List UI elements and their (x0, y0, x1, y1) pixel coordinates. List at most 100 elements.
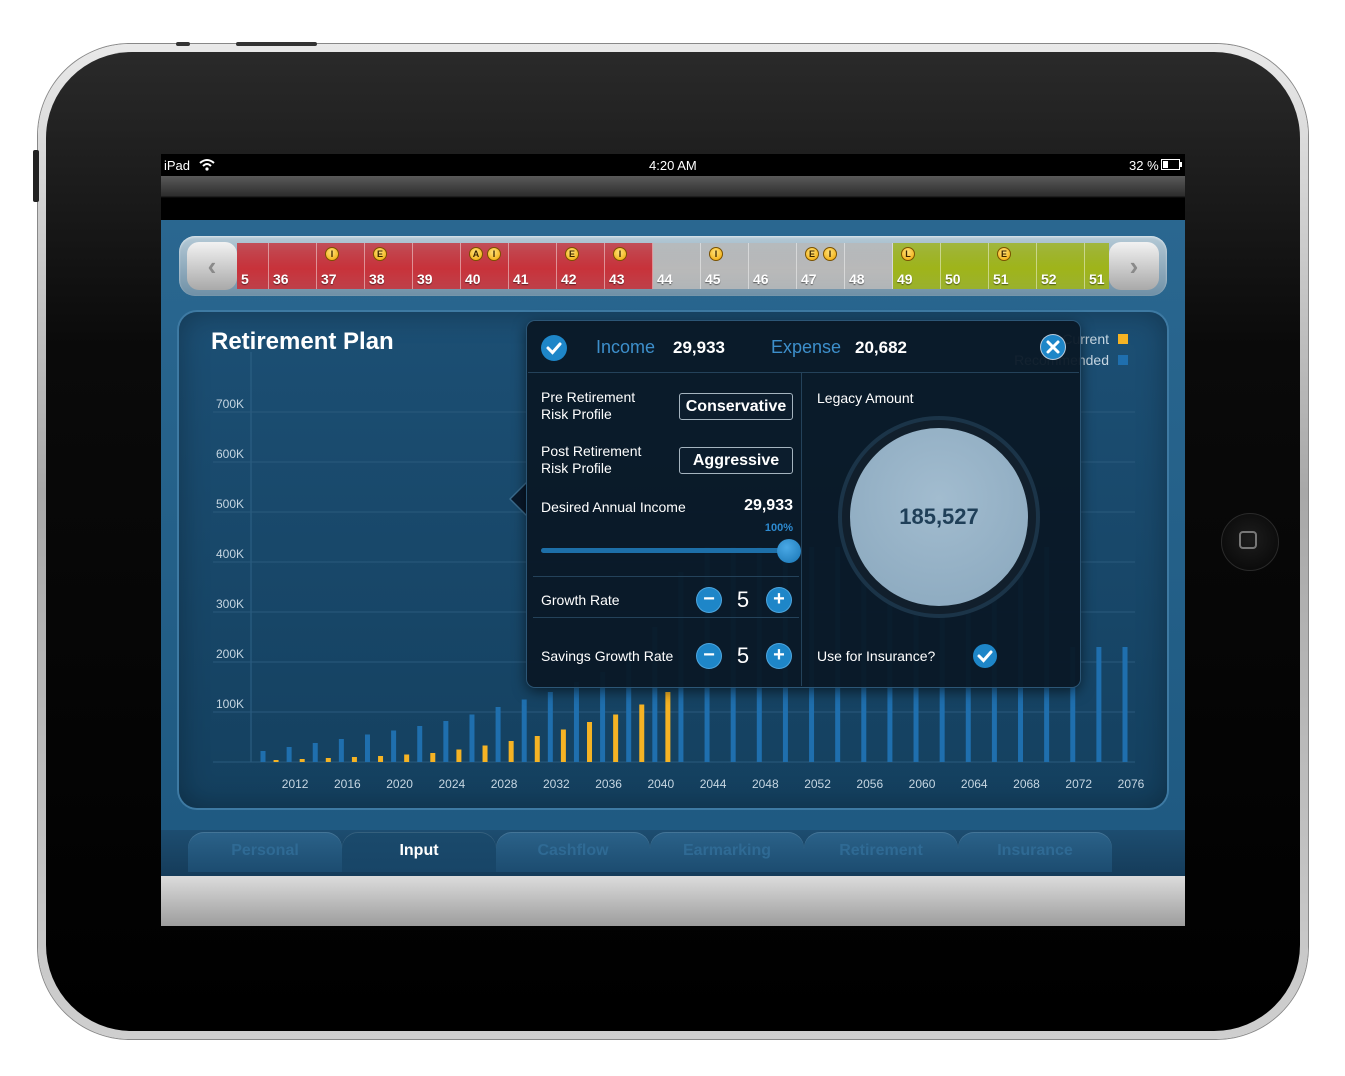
y-tick-label: 700K (216, 397, 244, 411)
bar-current (456, 749, 462, 762)
bar-current (560, 729, 566, 762)
growth-rate-increment-button[interactable]: + (767, 588, 791, 612)
tab-personal[interactable]: Personal (188, 832, 342, 872)
y-tick-label: 200K (216, 647, 244, 661)
home-square-icon (1239, 531, 1257, 549)
legacy-amount-circle: 185,527 (850, 428, 1028, 606)
savings-growth-decrement-button[interactable]: − (697, 644, 721, 668)
legend-recommended-swatch (1118, 355, 1128, 365)
volume-button (236, 42, 286, 46)
bar-current (325, 758, 331, 762)
divider (533, 576, 799, 577)
bar-current (430, 753, 436, 762)
confirm-button[interactable] (541, 335, 567, 361)
pre-retirement-label: Pre Retirement Risk Profile (541, 389, 635, 423)
post-retirement-label-line2: Risk Profile (541, 460, 612, 476)
bar-recommended (260, 751, 266, 762)
x-tick-label: 2036 (595, 777, 622, 791)
y-tick-label: 600K (216, 447, 244, 461)
close-button[interactable] (1041, 335, 1065, 359)
bar-current (482, 745, 488, 762)
bar-recommended (469, 714, 475, 762)
desired-income-percent: 100% (764, 522, 793, 534)
savings-growth-label: Savings Growth Rate (541, 648, 674, 664)
close-icon (1046, 340, 1060, 354)
x-tick-label: 2040 (647, 777, 674, 791)
bar-recommended (312, 743, 318, 762)
x-tick-label: 2056 (856, 777, 883, 791)
pre-retirement-risk-button[interactable]: Conservative (679, 393, 793, 420)
bar-recommended (1122, 647, 1128, 762)
checkmark-icon (546, 342, 562, 355)
bar-current (273, 760, 279, 762)
x-tick-label: 2044 (700, 777, 727, 791)
expense-value: 20,682 (855, 338, 907, 357)
bar-recommended (443, 721, 449, 762)
tab-input[interactable]: Input (342, 832, 496, 872)
divider (533, 617, 799, 618)
insurance-label: Use for Insurance? (817, 648, 936, 664)
legacy-amount-value: 185,527 (899, 504, 979, 529)
bar-current (613, 714, 619, 762)
bar-current (508, 741, 514, 762)
y-tick-label: 300K (216, 597, 244, 611)
bar-current (299, 759, 305, 762)
x-tick-label: 2024 (438, 777, 465, 791)
bar-current (351, 757, 357, 762)
x-tick-label: 2020 (386, 777, 413, 791)
bar-recommended (391, 730, 397, 762)
savings-growth-increment-button[interactable]: + (767, 644, 791, 668)
savings-growth-value: 5 (736, 643, 750, 668)
desired-income-value: 29,933 (744, 497, 793, 514)
x-tick-label: 2048 (752, 777, 779, 791)
post-retirement-label-line1: Post Retirement (541, 443, 642, 459)
x-tick-label: 2060 (909, 777, 936, 791)
insurance-checkbox[interactable] (973, 644, 997, 668)
tab-retirement[interactable]: Retirement (804, 832, 958, 872)
bottom-bar (161, 876, 1185, 926)
x-tick-label: 2016 (334, 777, 361, 791)
x-tick-label: 2068 (1013, 777, 1040, 791)
y-tick-label: 500K (216, 497, 244, 511)
bar-recommended (495, 707, 501, 762)
bar-recommended (286, 747, 292, 762)
post-retirement-risk-button[interactable]: Aggressive (679, 447, 793, 474)
pre-retirement-label-line2: Risk Profile (541, 406, 612, 422)
volume-button (176, 42, 190, 46)
popover-header-divider (528, 372, 1079, 373)
post-retirement-label: Post Retirement Risk Profile (541, 443, 641, 477)
x-tick-label: 2028 (491, 777, 518, 791)
x-tick-label: 2076 (1118, 777, 1145, 791)
bar-current (665, 692, 671, 762)
income-label: Income (596, 337, 656, 357)
pre-retirement-label-line1: Pre Retirement (541, 389, 636, 405)
power-button (283, 42, 317, 46)
growth-rate-value: 5 (736, 587, 750, 612)
bar-current (404, 754, 410, 762)
y-tick-label: 400K (216, 547, 244, 561)
tab-cashflow[interactable]: Cashflow (496, 832, 650, 872)
bar-current (587, 722, 593, 762)
bar-current (534, 736, 540, 762)
checkmark-icon (977, 650, 993, 663)
bar-recommended (417, 726, 423, 762)
bar-recommended (547, 692, 553, 762)
tab-earmarking[interactable]: Earmarking (650, 832, 804, 872)
desired-income-slider-thumb[interactable] (777, 539, 801, 563)
x-tick-label: 2032 (543, 777, 570, 791)
bar-current (639, 704, 645, 762)
bar-recommended (573, 682, 579, 762)
expense-label: Expense (771, 337, 842, 357)
legend-current-swatch (1118, 334, 1128, 344)
tab-insurance[interactable]: Insurance (958, 832, 1112, 872)
growth-rate-decrement-button[interactable]: − (697, 588, 721, 612)
side-switch (33, 150, 39, 202)
popover-arrow-inner (511, 483, 527, 515)
income-value: 29,933 (673, 338, 725, 357)
bar-recommended (521, 699, 527, 762)
y-tick-label: 100K (216, 697, 244, 711)
legacy-amount-label: Legacy Amount (817, 390, 914, 406)
screen: iPad 4:20 AM 32 % ‹ › 5 36 37 I 38 E 39 40 A I 41 4… (161, 154, 1185, 926)
x-tick-label: 2012 (282, 777, 309, 791)
desired-income-slider-fill (541, 548, 791, 553)
